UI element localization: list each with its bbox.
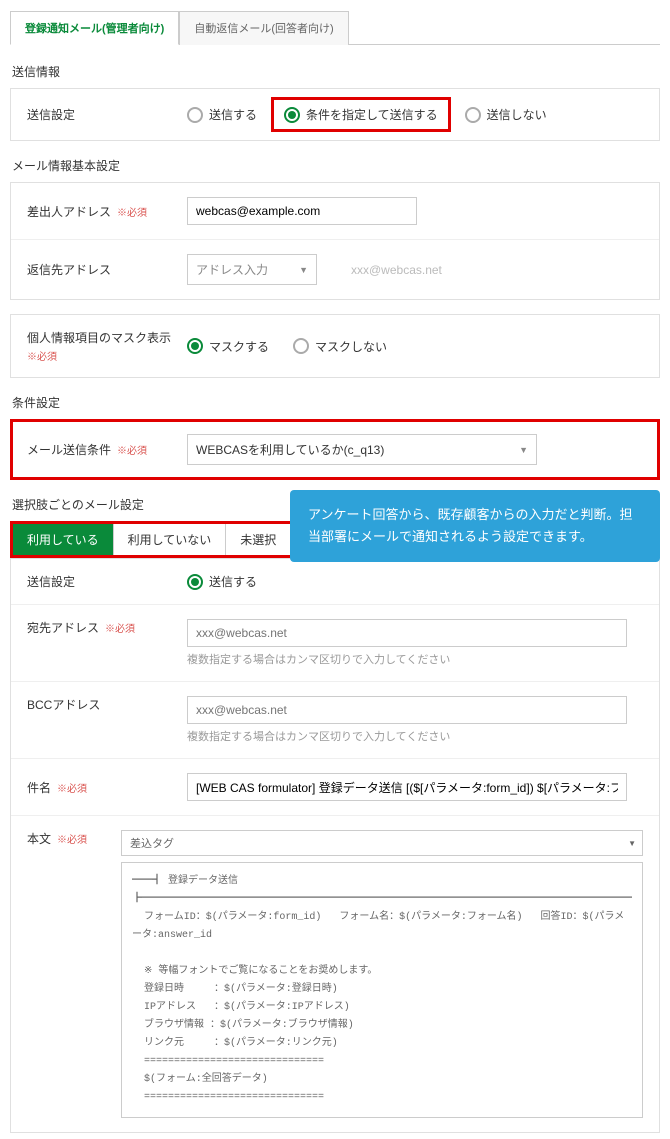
select-reply-type[interactable]: アドレス入力 ▼ [187,254,317,285]
label-sender: 差出人アドレス [27,203,111,220]
radio-send[interactable]: 送信する [187,106,257,123]
radio-icon [284,107,300,123]
select-cond-value: WEBCASを利用しているか(c_q13) [196,441,384,458]
chevron-down-icon: ▼ [519,445,528,455]
textarea-body[interactable]: ━━┫ 登録データ送信 ┣━━━━━━━━━━━━━━━━━━━━━━━━━━━… [121,862,643,1118]
required-body: ※必須 [57,831,87,846]
radio-mask-no-label: マスクしない [315,338,387,355]
section-mail-basic: メール情報基本設定 [12,157,660,174]
label-send-setting: 送信設定 [27,106,187,123]
sub-tab-not-using[interactable]: 利用していない [114,524,227,555]
sub-tab-unselected[interactable]: 未選択 [226,524,290,555]
radio-mask-yes[interactable]: マスクする [187,338,269,355]
input-subject[interactable] [187,773,627,801]
label-bcc: BCCアドレス [27,696,187,713]
radio-send-none[interactable]: 送信しない [465,106,547,123]
radio-icon [293,338,309,354]
radio-send-cond[interactable]: 条件を指定して送信する [284,106,438,123]
radio-icon [187,574,203,590]
radio-icon [187,338,203,354]
panel-mail-basic: 差出人アドレス ※必須 返信先アドレス アドレス入力 ▼ xxx@webcas.… [10,182,660,300]
tab-admin-mail[interactable]: 登録通知メール(管理者向け) [10,11,179,45]
label-reply: 返信先アドレス [27,261,187,278]
help-to: 複数指定する場合はカンマ区切りで入力してください [187,651,643,667]
callout-tooltip: アンケート回答から、既存顧客からの入力だと判断。担当部署にメールで通知されるよう… [290,490,660,562]
insert-tag-label: 差込タグ [130,835,174,851]
radio-none-label: 送信しない [487,106,547,123]
required-cond: ※必須 [117,442,147,457]
select-reply-value: アドレス入力 [196,261,268,278]
required-to: ※必須 [105,620,135,635]
label-to: 宛先アドレス [27,619,99,636]
help-bcc: 複数指定する場合はカンマ区切りで入力してください [187,728,643,744]
radio-mask-yes-label: マスクする [209,338,269,355]
radio-send-label: 送信する [209,106,257,123]
reply-placeholder: xxx@webcas.net [351,263,442,277]
label-subject: 件名 [27,779,51,796]
label-cond: メール送信条件 [27,441,111,458]
radio-send2[interactable]: 送信する [187,573,257,590]
panel-send-info: 送信設定 送信する 条件を指定して送信する 送信しない [10,88,660,141]
radio-send2-label: 送信する [209,573,257,590]
tab-auto-reply[interactable]: 自動返信メール(回答者向け) [179,11,348,45]
radio-cond-label: 条件を指定して送信する [306,106,438,123]
label-send2: 送信設定 [27,573,187,590]
section-send-info: 送信情報 [12,63,660,80]
highlight-send-cond: 条件を指定して送信する [271,97,451,132]
required-mask: ※必須 [27,348,187,363]
section-cond: 条件設定 [12,394,660,411]
required-sender: ※必須 [117,204,147,219]
select-insert-tag[interactable]: 差込タグ ▼ [121,830,643,856]
panel-choice-mail: 送信設定 送信する 宛先アドレス ※必須 複数指定する場合はカンマ区切りで入力し… [10,558,660,1133]
chevron-down-icon: ▼ [628,839,636,848]
radio-mask-no[interactable]: マスクしない [293,338,387,355]
panel-mask: 個人情報項目のマスク表示 ※必須 マスクする マスクしない [10,314,660,378]
label-mask: 個人情報項目のマスク表示 [27,329,187,346]
select-cond[interactable]: WEBCASを利用しているか(c_q13) ▼ [187,434,537,465]
input-sender[interactable] [187,197,417,225]
sub-tab-using[interactable]: 利用している [13,524,114,555]
main-tabs: 登録通知メール(管理者向け) 自動返信メール(回答者向け) [10,10,660,45]
input-bcc[interactable] [187,696,627,724]
label-body: 本文 [27,830,51,847]
radio-icon [465,107,481,123]
required-subject: ※必須 [57,780,87,795]
input-to[interactable] [187,619,627,647]
highlight-sub-tabs: 利用している 利用していない 未選択 [10,521,293,558]
highlight-cond: メール送信条件 ※必須 WEBCASを利用しているか(c_q13) ▼ [10,419,660,480]
radio-icon [187,107,203,123]
chevron-down-icon: ▼ [299,265,308,275]
